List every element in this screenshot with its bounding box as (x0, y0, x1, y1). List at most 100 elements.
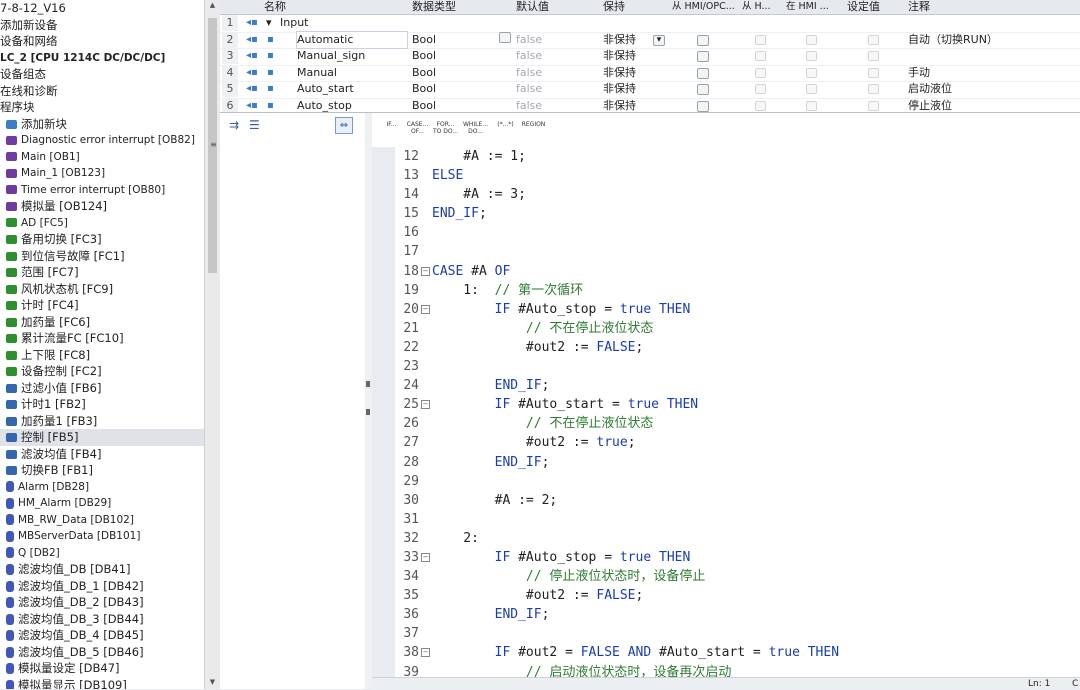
region-template-button[interactable]: REGION (520, 121, 547, 143)
param-retain[interactable]: 非保持 (603, 98, 636, 113)
tree-item[interactable]: 滤波均值_DB_2 [DB43] (0, 594, 204, 611)
tree-item[interactable]: Main_1 [OB123] (0, 165, 204, 182)
retain-dropdown-icon[interactable]: ▾ (653, 34, 665, 46)
writable-from-hmi-checkbox[interactable] (806, 34, 817, 45)
code-line[interactable]: // 启动液位状态时，设备再次启动 (432, 663, 1080, 677)
code-line[interactable]: #A := 3; (432, 185, 1080, 204)
writable-from-hmi-checkbox[interactable] (806, 67, 817, 78)
param-datatype[interactable]: Bool (412, 65, 436, 82)
code-editor[interactable]: #A := 1; ELSE #A := 3; END_IF; CASE #A OF 1… (432, 147, 1080, 677)
param-name[interactable]: Auto_start (297, 81, 354, 98)
split-view-icon[interactable]: ⇔ (335, 117, 353, 134)
tree-item[interactable]: 备用切换 [FC3] (0, 231, 204, 248)
accessible-from-hmi-checkbox[interactable] (697, 100, 709, 112)
code-line[interactable]: #out2 := true; (432, 433, 1080, 452)
visible-in-hmi-checkbox[interactable] (755, 84, 766, 94)
code-line[interactable]: 2: (432, 529, 1080, 548)
param-name[interactable]: Input (280, 15, 308, 32)
accessible-from-hmi-checkbox[interactable] (697, 84, 709, 95)
indent-icon[interactable]: ⇉ (229, 118, 239, 132)
code-line[interactable]: END_IF; (432, 376, 1080, 395)
tree-item[interactable]: Diagnostic error interrupt [OB82] (0, 132, 204, 149)
tree-item[interactable]: 滤波均值 [FB4] (0, 446, 204, 463)
tree-item[interactable]: MBServerData [DB101] (0, 528, 204, 545)
col-from-hmi[interactable]: 从 HMI/OPC... (672, 0, 735, 14)
param-datatype[interactable]: Bool (412, 81, 436, 98)
tree-item[interactable]: 模拟量设定 [DB47] (0, 660, 204, 677)
tree-item[interactable]: 加药量 [FC6] (0, 314, 204, 331)
tree-item[interactable]: Time error interrupt [OB80] (0, 182, 204, 199)
code-line[interactable] (432, 624, 1080, 643)
code-line[interactable] (432, 510, 1080, 529)
tree-item[interactable]: 设备组态 (0, 66, 204, 83)
code-line[interactable]: #out2 := FALSE; (432, 338, 1080, 357)
code-line[interactable]: // 停止液位状态时，设备停止 (432, 567, 1080, 586)
tree-item[interactable]: 上下限 [FC8] (0, 347, 204, 364)
scroll-down-icon[interactable]: ▼ (208, 678, 217, 686)
param-comment[interactable]: 启动液位 (908, 81, 952, 98)
panel-splitter[interactable] (365, 113, 372, 689)
col-comment[interactable]: 注释 (908, 0, 930, 14)
datatype-picker-icon[interactable] (499, 31, 511, 43)
accessible-from-hmi-checkbox[interactable] (697, 34, 709, 46)
tree-item[interactable]: Alarm [DB28] (0, 479, 204, 496)
tree-item[interactable]: 加药量1 [FB3] (0, 413, 204, 430)
tree-item[interactable]: 在线和诊断 (0, 83, 204, 100)
param-comment[interactable]: 停止液位 (908, 98, 952, 113)
col-datatype[interactable]: 数据类型 (412, 0, 456, 14)
param-name[interactable]: Automatic (296, 30, 408, 49)
col-retain[interactable]: 保持 (603, 0, 625, 14)
scroll-up-icon[interactable]: ▲ (208, 1, 217, 9)
interface-row[interactable]: 4 ◂▪ ▪ Manual Bool false 非保持 手动 (220, 64, 1080, 82)
tree-item[interactable]: 程序块 (0, 99, 204, 116)
tree-item[interactable]: 添加新块 (0, 116, 204, 133)
col-in-hmi[interactable]: 在 HMI ... (786, 0, 829, 14)
fold-toggle-icon[interactable]: − (421, 648, 430, 658)
tree-item[interactable]: 范围 [FC7] (0, 264, 204, 281)
tree-item[interactable]: 风机状态机 [FC9] (0, 281, 204, 298)
case-template-button[interactable]: CASE... OF... (404, 121, 431, 143)
visible-in-hmi-checkbox[interactable] (755, 34, 766, 45)
tree-item[interactable]: 模拟量 [OB124] (0, 198, 204, 215)
tree-item[interactable]: 滤波均值_DB_5 [DB46] (0, 644, 204, 661)
list-icon[interactable]: ☰ (249, 118, 260, 132)
setpoint-checkbox[interactable] (868, 51, 879, 61)
param-retain[interactable]: 非保持 (603, 32, 636, 49)
code-line[interactable]: #A := 2; (432, 491, 1080, 510)
tree-item[interactable]: HM_Alarm [DB29] (0, 495, 204, 512)
param-retain[interactable]: 非保持 (603, 81, 636, 98)
tree-item[interactable]: 计时1 [FB2] (0, 396, 204, 413)
writable-from-hmi-checkbox[interactable] (806, 84, 817, 94)
visible-in-hmi-checkbox[interactable] (755, 67, 766, 78)
tree-item[interactable]: 切换FB [FB1] (0, 462, 204, 479)
setpoint-checkbox[interactable] (868, 34, 879, 45)
fold-toggle-icon[interactable]: − (421, 266, 430, 276)
comment-template-button[interactable]: (*...*) (492, 121, 519, 143)
param-datatype[interactable]: Bool (412, 98, 436, 113)
code-line[interactable] (432, 242, 1080, 261)
accessible-from-hmi-checkbox[interactable] (697, 51, 709, 62)
fold-toggle-icon[interactable]: − (421, 552, 430, 562)
interface-row[interactable]: 1 ◂▪ ▾ Input (220, 15, 1080, 33)
tree-item[interactable]: Main [OB1] (0, 149, 204, 166)
param-default[interactable]: false (516, 98, 542, 113)
visible-in-hmi-checkbox[interactable] (755, 51, 766, 61)
code-line[interactable]: END_IF; (432, 605, 1080, 624)
visible-in-hmi-checkbox[interactable] (755, 100, 766, 111)
tree-item[interactable]: 滤波均值_DB_4 [DB45] (0, 627, 204, 644)
param-datatype[interactable]: Bool (412, 32, 436, 49)
param-default[interactable]: false (516, 32, 542, 49)
expand-icon[interactable]: ▾ (266, 15, 272, 32)
tree-item[interactable]: Q [DB2] (0, 545, 204, 562)
tree-item[interactable]: AD [FC5] (0, 215, 204, 232)
col-name[interactable]: 名称 (264, 0, 286, 14)
code-line[interactable]: #A := 1; (432, 147, 1080, 166)
writable-from-hmi-checkbox[interactable] (806, 100, 817, 111)
col-from-h[interactable]: 从 H... (742, 0, 771, 14)
code-line[interactable]: #out2 := FALSE; (432, 586, 1080, 605)
fold-toggle-icon[interactable]: − (421, 400, 430, 410)
tree-item[interactable]: 过滤小值 [FB6] (0, 380, 204, 397)
col-setpoint[interactable]: 设定值 (847, 0, 880, 14)
code-line[interactable] (432, 223, 1080, 242)
tree-item[interactable]: 计时 [FC4] (0, 297, 204, 314)
